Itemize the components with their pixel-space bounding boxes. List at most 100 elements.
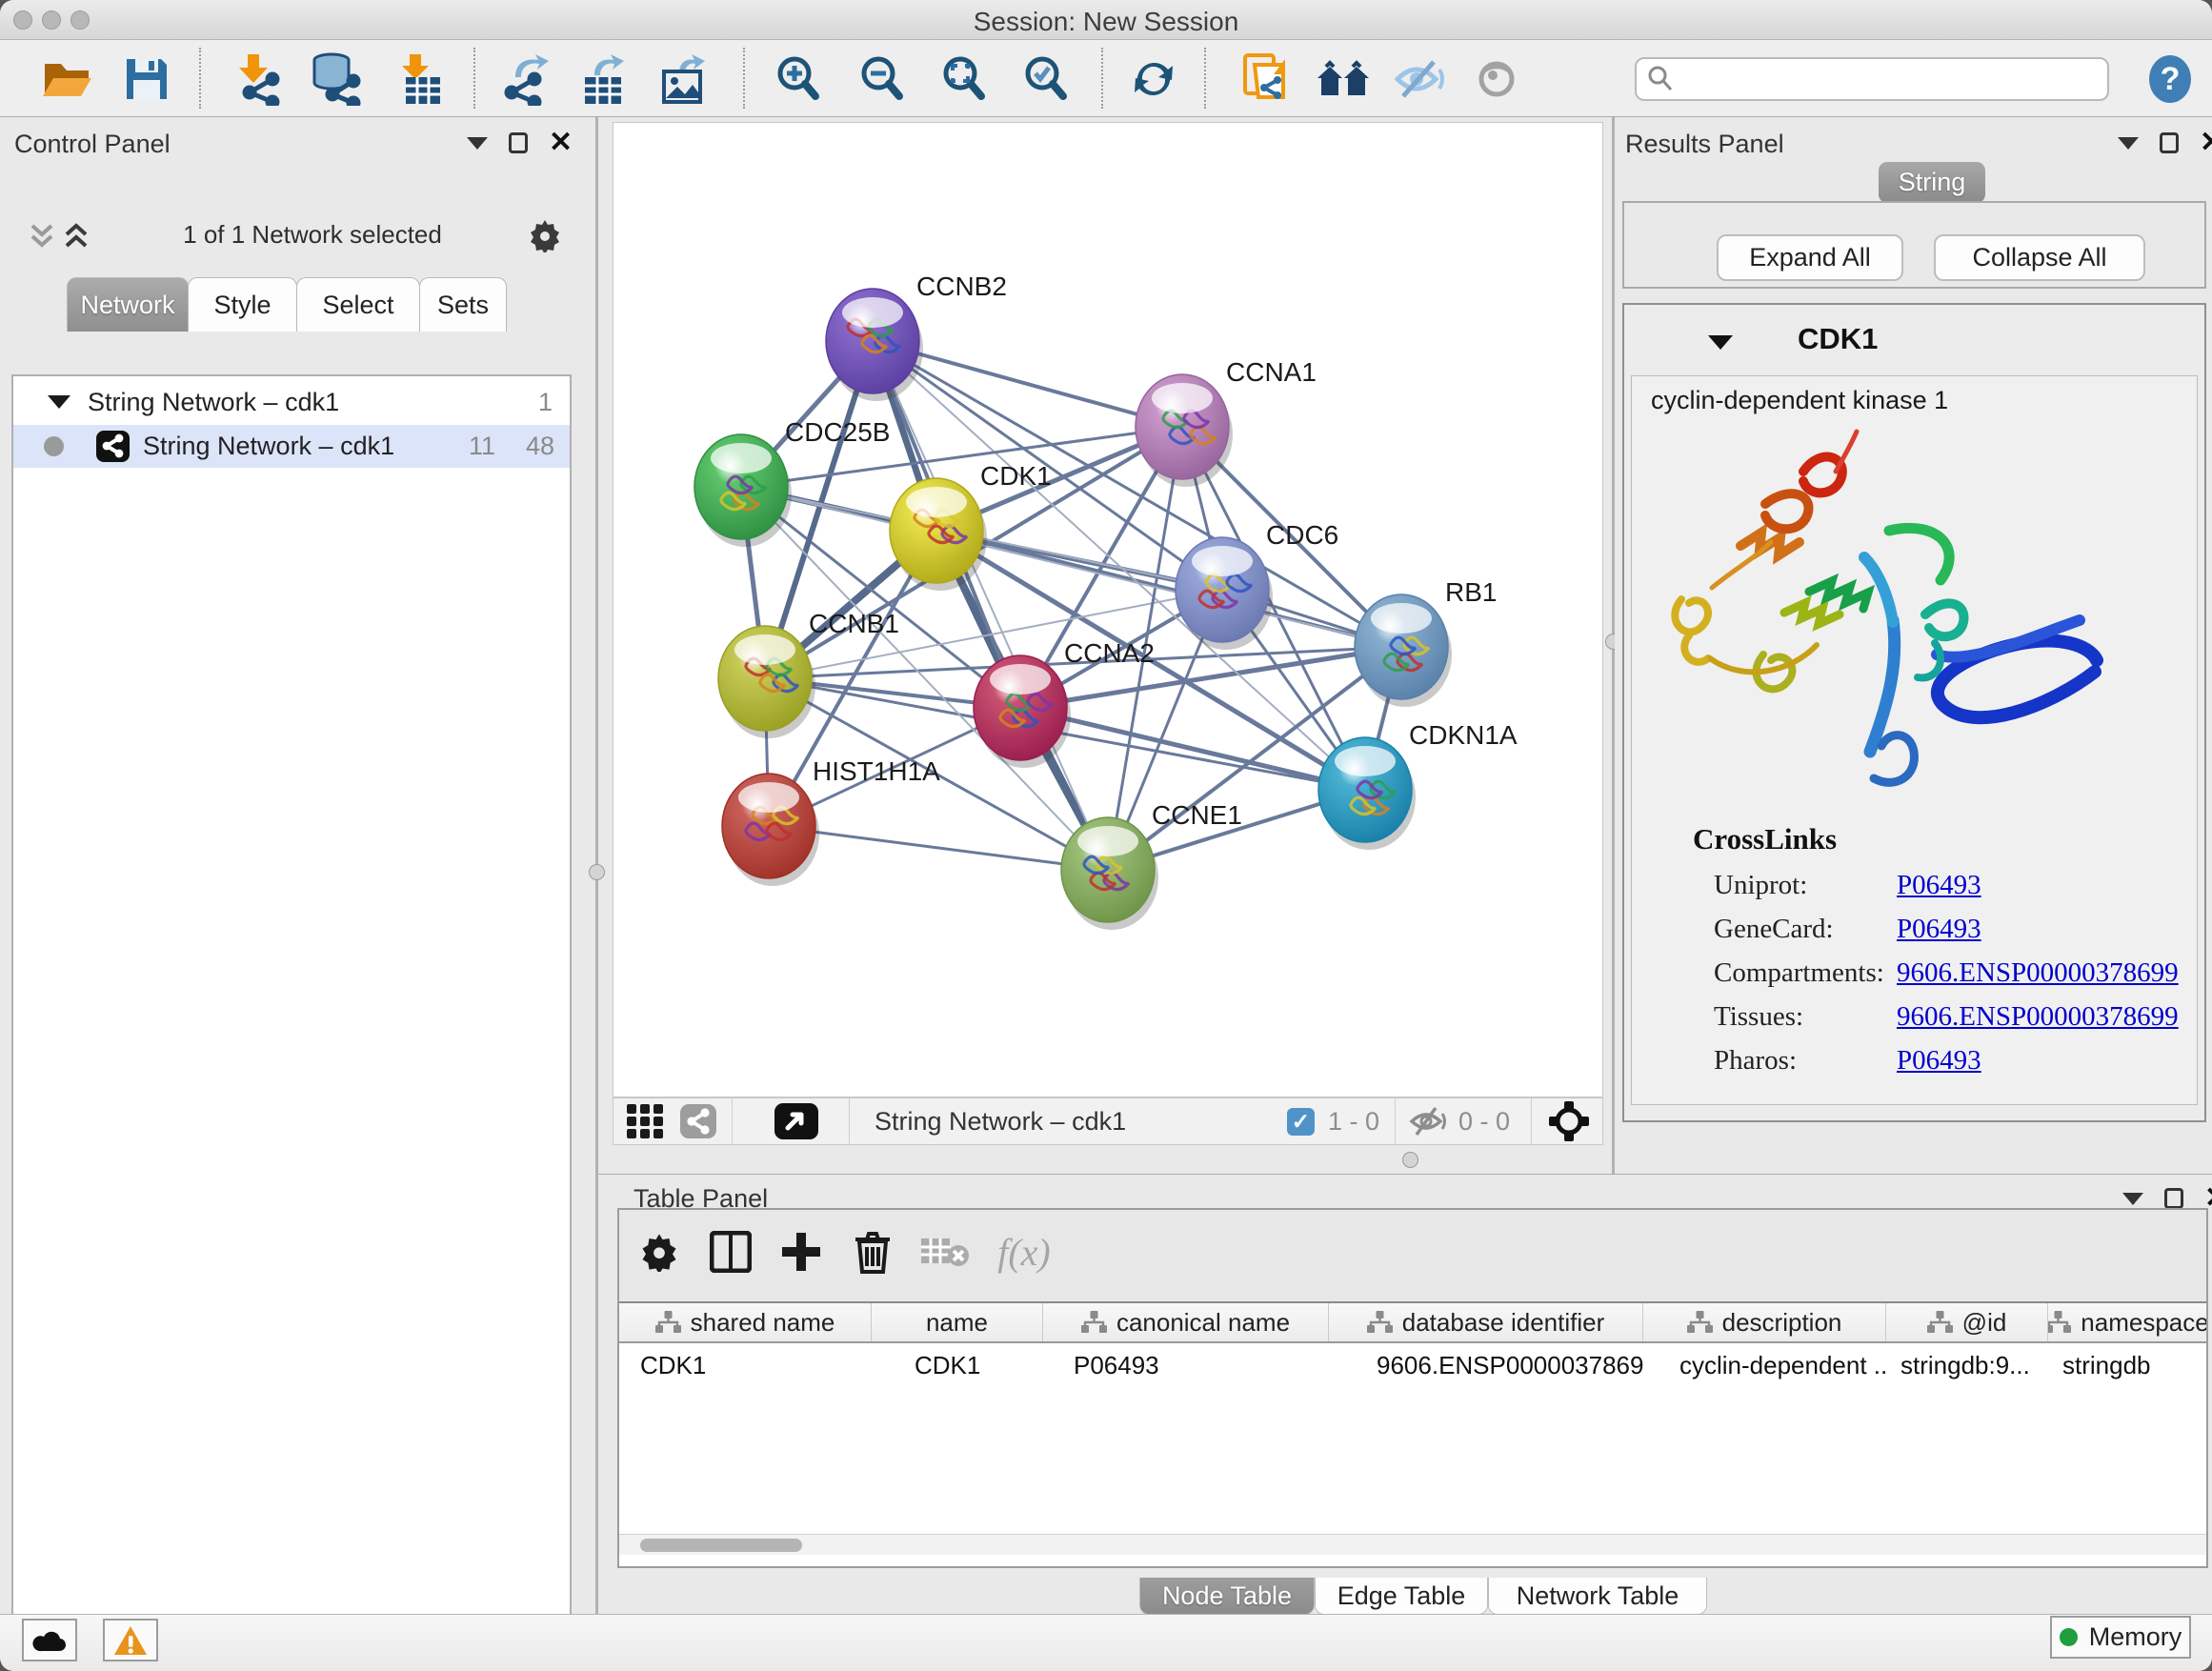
apply-layout-icon[interactable] bbox=[1126, 51, 1181, 107]
column-header[interactable]: @id bbox=[1886, 1303, 2048, 1341]
ribbon-segment bbox=[1809, 581, 1868, 609]
crosslink-label: GeneCard: bbox=[1714, 914, 1834, 945]
memory-button[interactable]: Memory bbox=[2050, 1616, 2191, 1659]
column-header[interactable]: shared name bbox=[619, 1303, 872, 1341]
cell-database-identifier[interactable]: 9606.ENSP00000378699 bbox=[1329, 1343, 1643, 1387]
hide-selected-icon[interactable] bbox=[1393, 51, 1448, 107]
cell-namespace[interactable]: stringdb bbox=[2048, 1343, 2206, 1387]
tab-style[interactable]: Style bbox=[188, 277, 297, 332]
network-node-CDK1[interactable] bbox=[890, 478, 987, 591]
network-node-CCNA2[interactable] bbox=[974, 655, 1071, 768]
cell-name[interactable]: CDK1 bbox=[872, 1343, 1043, 1387]
network-node-CDC25B[interactable] bbox=[694, 434, 792, 547]
import-table-file-icon[interactable] bbox=[392, 51, 447, 107]
tab-edge-table[interactable]: Edge Table bbox=[1315, 1578, 1488, 1615]
network-node-CCNE1[interactable] bbox=[1061, 817, 1158, 930]
bottom-splitter-handle[interactable] bbox=[1402, 1152, 1418, 1168]
search-input[interactable] bbox=[1675, 65, 2084, 94]
group-nodes-icon[interactable] bbox=[1316, 51, 1371, 107]
crosslink-tissues-link[interactable]: 9606.ENSP00000378699 bbox=[1897, 1001, 2179, 1033]
scrollbar-thumb[interactable] bbox=[640, 1539, 802, 1552]
panel-float-icon[interactable] bbox=[2164, 1188, 2183, 1209]
export-network-icon[interactable] bbox=[501, 51, 556, 107]
save-session-icon[interactable] bbox=[119, 51, 174, 107]
network-node-CCNB2[interactable] bbox=[826, 289, 923, 401]
add-column-icon[interactable] bbox=[773, 1223, 830, 1280]
network-node-CDKN1A[interactable] bbox=[1318, 737, 1416, 850]
column-header[interactable]: namespace bbox=[2048, 1303, 2206, 1341]
import-network-database-icon[interactable] bbox=[308, 51, 363, 107]
panel-menu-icon[interactable] bbox=[2118, 137, 2139, 150]
left-splitter-handle[interactable] bbox=[589, 864, 605, 880]
footer-separator bbox=[849, 1098, 850, 1144]
zoom-in-icon[interactable] bbox=[771, 51, 826, 107]
import-network-file-icon[interactable] bbox=[228, 51, 283, 107]
crosslink-pharos-link[interactable]: P06493 bbox=[1897, 1045, 1981, 1077]
zoom-out-icon[interactable] bbox=[855, 51, 910, 107]
collection-expand-caret[interactable] bbox=[48, 395, 70, 409]
crosslink-genecard-link[interactable]: P06493 bbox=[1897, 914, 1981, 945]
delete-column-icon[interactable] bbox=[844, 1223, 901, 1280]
delete-table-icon[interactable] bbox=[915, 1223, 973, 1280]
tab-node-table[interactable]: Node Table bbox=[1139, 1578, 1315, 1615]
column-header[interactable]: database identifier bbox=[1329, 1303, 1643, 1341]
export-image-icon[interactable] bbox=[657, 51, 713, 107]
cell-description[interactable]: cyclin-dependent ... bbox=[1643, 1343, 1886, 1387]
show-all-icon[interactable] bbox=[1471, 51, 1526, 107]
tab-network[interactable]: Network bbox=[67, 277, 189, 332]
open-session-icon[interactable] bbox=[39, 51, 94, 107]
panel-close-icon[interactable]: ✕ bbox=[2200, 132, 2212, 153]
network-view-icon[interactable] bbox=[680, 1104, 716, 1138]
panel-float-icon[interactable] bbox=[509, 132, 528, 153]
collapse-all-networks-icon[interactable] bbox=[27, 222, 57, 251]
cell-id[interactable]: stringdb:9... bbox=[1886, 1343, 2048, 1387]
help-button[interactable]: ? bbox=[2145, 54, 2195, 104]
hidden-eye-slash-icon[interactable] bbox=[1409, 1106, 1447, 1137]
panel-close-icon[interactable]: ✕ bbox=[549, 132, 573, 153]
grid-view-icon[interactable] bbox=[627, 1104, 663, 1138]
table-horizontal-scrollbar[interactable] bbox=[619, 1534, 2206, 1555]
export-table-icon[interactable] bbox=[576, 51, 632, 107]
zoom-selected-icon[interactable] bbox=[1018, 51, 1074, 107]
network-row-selected[interactable]: String Network – cdk1 11 48 bbox=[13, 425, 570, 468]
panel-float-icon[interactable] bbox=[2160, 132, 2179, 153]
detach-view-icon[interactable] bbox=[774, 1103, 818, 1139]
crosslink-uniprot-link[interactable]: P06493 bbox=[1897, 870, 1981, 901]
results-tab-string[interactable]: String bbox=[1879, 162, 1985, 203]
cell-shared-name[interactable]: CDK1 bbox=[619, 1343, 872, 1387]
network-node-RB1[interactable] bbox=[1355, 594, 1452, 707]
cloud-status-button[interactable] bbox=[22, 1619, 77, 1661]
panel-close-icon[interactable]: ✕ bbox=[2204, 1188, 2212, 1209]
crosslink-compartments-link[interactable]: 9606.ENSP00000378699 bbox=[1897, 957, 2179, 989]
zoom-fit-icon[interactable] bbox=[936, 51, 992, 107]
tab-select[interactable]: Select bbox=[296, 277, 420, 332]
birdseye-navigator-icon[interactable] bbox=[1549, 1101, 1589, 1141]
tab-sets[interactable]: Sets bbox=[419, 277, 507, 332]
column-header[interactable]: description bbox=[1643, 1303, 1886, 1341]
column-header[interactable]: name bbox=[872, 1303, 1043, 1341]
network-view-canvas[interactable]: CCNB2CCNA1CDC25BCDK1CDC6RB1CCNB1CCNA2CDK… bbox=[613, 122, 1603, 1097]
network-node-CDC6[interactable] bbox=[1176, 537, 1273, 650]
table-row[interactable]: CDK1 CDK1 P06493 9606.ENSP00000378699 cy… bbox=[619, 1343, 2206, 1387]
cell-canonical-name[interactable]: P06493 bbox=[1043, 1343, 1329, 1387]
crosslink-label: Pharos: bbox=[1714, 1045, 1797, 1077]
function-builder-icon[interactable]: f(x) bbox=[981, 1223, 1067, 1280]
clone-network-icon[interactable] bbox=[1239, 51, 1295, 107]
tab-network-table[interactable]: Network Table bbox=[1488, 1578, 1707, 1615]
panel-menu-icon[interactable] bbox=[467, 137, 488, 150]
network-options-gear-icon[interactable] bbox=[528, 218, 562, 252]
table-settings-gear-icon[interactable] bbox=[631, 1223, 688, 1280]
collapse-all-button[interactable]: Collapse All bbox=[1934, 234, 2145, 281]
warnings-button[interactable] bbox=[103, 1619, 158, 1661]
show-columns-icon[interactable] bbox=[702, 1223, 759, 1280]
gene-collapse-caret[interactable] bbox=[1708, 335, 1733, 350]
network-node-HIST1H1A[interactable] bbox=[722, 774, 819, 886]
network-node-CCNA1[interactable] bbox=[1136, 374, 1233, 487]
node-label-CCNA2: CCNA2 bbox=[1064, 638, 1155, 668]
panel-menu-icon[interactable] bbox=[2122, 1193, 2143, 1205]
selected-nodes-checkbox[interactable]: ✓ bbox=[1287, 1108, 1315, 1136]
expand-all-button[interactable]: Expand All bbox=[1717, 234, 1903, 281]
column-header[interactable]: canonical name bbox=[1043, 1303, 1329, 1341]
network-collection-row[interactable]: String Network – cdk1 1 bbox=[13, 379, 570, 425]
expand-all-networks-icon[interactable] bbox=[61, 222, 91, 251]
